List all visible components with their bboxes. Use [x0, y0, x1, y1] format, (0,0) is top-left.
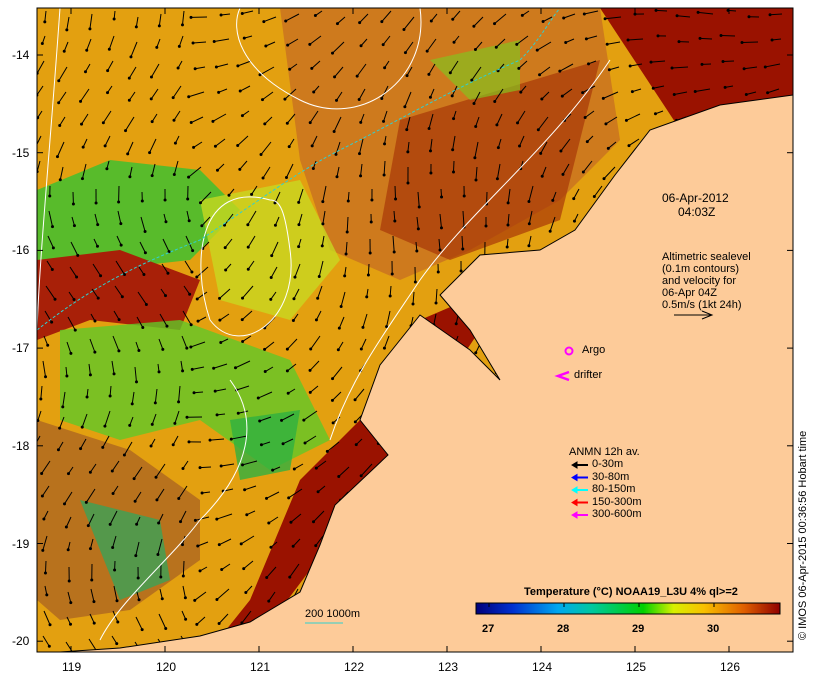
- drifter-label: drifter: [574, 369, 603, 381]
- lon-tick-label: 122: [344, 660, 365, 674]
- scale-label: 200 1000m: [305, 608, 361, 620]
- lon-tick-label: 126: [720, 660, 741, 674]
- colorbar-tick-label: 28: [557, 623, 570, 635]
- lat-tick-label: -19: [12, 536, 30, 551]
- date-label: 06-Apr-2012: [662, 191, 729, 205]
- lon-tick-label: 124: [532, 660, 553, 674]
- lon-tick-label: 125: [626, 660, 647, 674]
- lon-tick-label: 123: [438, 660, 459, 674]
- colorbar-tick-label: 27: [482, 623, 495, 635]
- lat-tick-label: -14: [12, 48, 30, 62]
- altimetry-line: 0.5m/s (1kt 24h): [662, 299, 742, 311]
- altimetry-line: Altimetric sealevel: [662, 251, 751, 263]
- altimetry-line: 06-Apr 04Z: [662, 287, 718, 299]
- lon-tick-label: 121: [250, 660, 271, 674]
- lon-tick-label: 120: [156, 660, 177, 674]
- lon-tick-label: 119: [62, 660, 82, 674]
- colorbar-tick-label: 29: [632, 623, 645, 635]
- colorbar-title: Temperature (°C) NOAA19_L3U 4% ql>=2: [524, 586, 738, 598]
- lat-tick-label: -20: [12, 634, 30, 649]
- sst-map: [36, 7, 794, 653]
- legend-item-label: 150-300m: [592, 495, 642, 508]
- colorbar: [475, 602, 781, 615]
- legend-item-label: 300-600m: [592, 508, 642, 520]
- altimetry-line: (0.1m contours): [662, 263, 740, 275]
- lat-tick-label: -17: [12, 341, 30, 356]
- credit: © IMOS 06-Apr-2015 00:36:56 Hobart time: [797, 430, 809, 640]
- lat-tick-label: -16: [12, 243, 30, 258]
- legend-item-label: 0-30m: [592, 458, 624, 470]
- argo-label: Argo: [582, 344, 606, 356]
- legend-item-label: 30-80m: [592, 470, 630, 483]
- lat-tick-label: -15: [12, 145, 30, 160]
- altimetry-note: Altimetric sealevel (0.1m contours) and …: [662, 251, 751, 311]
- legend-title: ANMN 12h av.: [569, 446, 640, 458]
- legend-item-label: 80-150m: [592, 483, 636, 495]
- altimetry-line: and velocity for: [662, 275, 736, 287]
- colorbar-tick-label: 30: [707, 623, 720, 635]
- lat-tick-label: -18: [12, 438, 30, 453]
- time-label: 04:03Z: [678, 205, 716, 219]
